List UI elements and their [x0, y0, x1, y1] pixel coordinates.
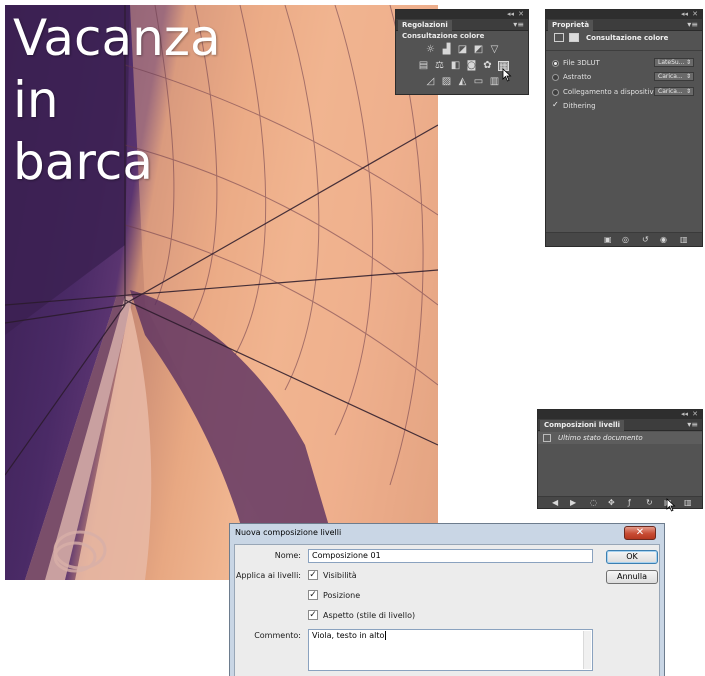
- color-balance-icon[interactable]: ⚖: [434, 61, 445, 71]
- option-label-device-link: Collegamento a dispositivo: [563, 88, 658, 96]
- name-label: Nome:: [274, 551, 301, 560]
- collapse-icon[interactable]: ◂◂: [681, 410, 688, 419]
- radio-device-link[interactable]: [552, 89, 559, 96]
- adjustments-panel: ◂◂ ✕ Regolazioni ▾≡ Consultazione colore…: [395, 9, 529, 95]
- layer-comp-row[interactable]: Ultimo stato documento: [538, 432, 702, 444]
- option-label-abstract: Astratto: [563, 73, 592, 81]
- view-previous-icon[interactable]: ◎: [622, 235, 629, 244]
- dithering-label: Dithering: [563, 102, 596, 110]
- trash-icon[interactable]: ▥: [684, 498, 692, 507]
- dialog-body: Nome: Composizione 01 OK Annulla Applica…: [234, 544, 660, 676]
- layer-comps-panel: ◂◂ ✕ Composizioni livelli ▾≡ Ultimo stat…: [537, 409, 703, 512]
- panel-menu-icon[interactable]: ▾≡: [687, 20, 698, 30]
- photo-filter-icon[interactable]: ◙: [466, 61, 477, 71]
- appearance-checkbox[interactable]: ✓: [308, 610, 318, 620]
- clip-to-layer-icon[interactable]: ▣: [604, 235, 612, 244]
- mask-icon[interactable]: [569, 33, 579, 42]
- dropdown-device-link[interactable]: Carica...: [654, 87, 694, 96]
- radio-abstract[interactable]: [552, 74, 559, 81]
- position-label: Posizione: [323, 591, 361, 600]
- panel-titlebar[interactable]: ◂◂ ✕: [396, 10, 528, 19]
- photo-title: Vacanza in barca: [13, 7, 221, 193]
- dialog-title: Nuova composizione livelli: [235, 528, 342, 537]
- photo-title-line-1: Vacanza: [13, 9, 221, 67]
- levels-icon[interactable]: ▟: [441, 45, 452, 55]
- panel-menu-icon[interactable]: ▾≡: [687, 420, 698, 430]
- properties-panel: ◂◂ ✕ Proprietà ▾≡ Consultazione colore F…: [545, 9, 703, 247]
- invert-icon[interactable]: ◿: [425, 77, 436, 87]
- close-button[interactable]: ✕: [624, 526, 656, 540]
- adjustment-layer-icon: [554, 33, 564, 42]
- appearance-label: Aspetto (stile di livello): [323, 611, 416, 620]
- comment-text: Viola, testo in alto: [312, 631, 385, 640]
- selective-color-icon[interactable]: ▥: [489, 77, 500, 87]
- photo-title-line-3: barca: [13, 133, 153, 191]
- layer-comps-tabbar: Composizioni livelli ▾≡: [538, 419, 702, 431]
- panel-titlebar[interactable]: ◂◂ ✕: [546, 10, 702, 19]
- layer-comp-row-label: Ultimo stato documento: [558, 434, 643, 442]
- dropdown-3dlut[interactable]: LateSu...: [654, 58, 694, 67]
- layer-comps-footer: ◀ ▶ ◌ ✥ ƒ ↻ ▣ ▥: [538, 496, 702, 508]
- brightness-icon[interactable]: ☼: [425, 45, 436, 55]
- comment-textarea[interactable]: Viola, testo in alto​: [308, 629, 593, 671]
- panel-menu-icon[interactable]: ▾≡: [513, 20, 524, 30]
- sailboat-photo: Vacanza in barca: [5, 5, 438, 580]
- new-layer-comp-dialog: Nuova composizione livelli ✕ Nome: Compo…: [229, 523, 665, 676]
- panel-titlebar[interactable]: ◂◂ ✕: [538, 410, 702, 419]
- tab-properties[interactable]: Proprietà: [548, 20, 594, 31]
- next-comp-icon[interactable]: ▶: [570, 498, 576, 507]
- threshold-icon[interactable]: ◭: [457, 77, 468, 87]
- ok-button[interactable]: OK: [606, 550, 658, 564]
- close-icon[interactable]: ✕: [692, 10, 698, 19]
- properties-footer: ▣ ◎ ↺ ◉ ▥: [546, 232, 702, 246]
- properties-tabbar: Proprietà ▾≡: [546, 19, 702, 31]
- black-white-icon[interactable]: ◧: [450, 61, 461, 71]
- reset-icon[interactable]: ↺: [642, 235, 649, 244]
- previous-comp-icon[interactable]: ◀: [552, 498, 558, 507]
- comment-label: Commento:: [254, 631, 301, 640]
- properties-header-title: Consultazione colore: [586, 34, 669, 42]
- posterize-icon[interactable]: ▨: [441, 77, 452, 87]
- tab-adjustments[interactable]: Regolazioni: [398, 20, 452, 31]
- comment-scrollbar[interactable]: [583, 631, 591, 669]
- update-all-icon[interactable]: ↻: [646, 498, 653, 507]
- tab-layer-comps[interactable]: Composizioni livelli: [540, 420, 625, 431]
- vibrance-icon[interactable]: ▽: [489, 45, 500, 55]
- option-label-3dlut: File 3DLUT: [563, 59, 600, 67]
- cancel-button[interactable]: Annulla: [606, 570, 658, 584]
- dithering-checkbox[interactable]: ✓: [552, 101, 560, 109]
- channel-mixer-icon[interactable]: ✿: [482, 61, 493, 71]
- mouse-cursor-icon: [666, 498, 676, 512]
- apply-to-layers-label: Applica ai livelli:: [235, 571, 301, 580]
- collapse-icon[interactable]: ◂◂: [681, 10, 688, 19]
- update-appearance-icon[interactable]: ƒ: [628, 498, 631, 507]
- update-visibility-icon[interactable]: ◌: [590, 498, 597, 507]
- dropdown-abstract[interactable]: Carica...: [654, 72, 694, 81]
- visibility-icon[interactable]: ◉: [660, 235, 667, 244]
- photo-title-line-2: in: [13, 71, 59, 129]
- name-field[interactable]: Composizione 01: [308, 549, 593, 563]
- adjustments-heading: Consultazione colore: [402, 32, 485, 40]
- collapse-icon[interactable]: ◂◂: [507, 10, 514, 19]
- visibility-checkbox[interactable]: ✓: [308, 570, 318, 580]
- exposure-icon[interactable]: ◩: [473, 45, 484, 55]
- mouse-cursor-icon: [502, 68, 512, 82]
- curves-icon[interactable]: ◪: [457, 45, 468, 55]
- gradient-map-icon[interactable]: ▭: [473, 77, 484, 87]
- visibility-label: Visibilità: [323, 571, 357, 580]
- close-icon[interactable]: ✕: [518, 10, 524, 19]
- divider: [546, 50, 702, 51]
- update-position-icon[interactable]: ✥: [608, 498, 615, 507]
- radio-3dlut[interactable]: [552, 60, 559, 67]
- hue-saturation-icon[interactable]: ▤: [418, 61, 429, 71]
- trash-icon[interactable]: ▥: [680, 235, 688, 244]
- position-checkbox[interactable]: ✓: [308, 590, 318, 600]
- text-caret: ​: [385, 631, 387, 640]
- comp-state-icon[interactable]: [543, 434, 551, 442]
- adjustments-tabbar: Regolazioni ▾≡: [396, 19, 528, 31]
- close-icon[interactable]: ✕: [692, 410, 698, 419]
